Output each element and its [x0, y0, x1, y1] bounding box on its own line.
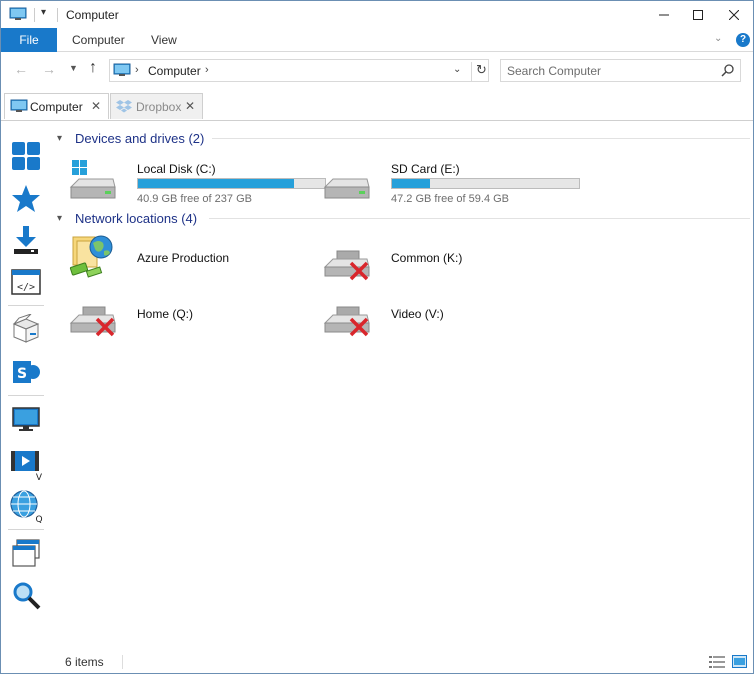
- group-divider: [209, 218, 750, 219]
- svg-text:V: V: [36, 473, 43, 481]
- tabs-divider: [1, 120, 753, 121]
- download-icon[interactable]: [9, 223, 43, 257]
- location-name: Home (Q:): [137, 307, 194, 321]
- capacity-bar: [137, 178, 326, 189]
- toolbar-separator: [8, 529, 44, 530]
- toolbar-separator: [8, 305, 44, 306]
- capacity-bar: [391, 178, 580, 189]
- folder-tabs: Computer ✕ Dropbox ✕: [1, 88, 753, 121]
- address-bar[interactable]: › Computer › ⌄ ↻: [109, 59, 489, 82]
- tab-label: Computer: [30, 100, 83, 114]
- tiles-icon[interactable]: [9, 139, 43, 173]
- search-input[interactable]: [507, 63, 707, 78]
- search-box[interactable]: [500, 59, 741, 82]
- disconnected-network-drive-icon: [69, 289, 121, 339]
- globe-icon[interactable]: Q: [9, 489, 43, 523]
- recent-locations-chevron-icon[interactable]: ▼: [69, 63, 78, 73]
- group-divider: [212, 138, 750, 139]
- breadcrumb-computer[interactable]: Computer: [148, 64, 201, 78]
- network-common-k[interactable]: Common (K:): [323, 233, 573, 283]
- location-name: Video (V:): [391, 307, 444, 321]
- favorites-star-icon[interactable]: [9, 182, 43, 216]
- magnifier-icon[interactable]: [9, 578, 43, 612]
- network-video-v[interactable]: Video (V:): [323, 289, 573, 339]
- drive-free-space: 47.2 GB free of 59.4 GB: [391, 193, 510, 205]
- status-bar: 6 items: [1, 651, 753, 673]
- tab-view[interactable]: View: [137, 28, 191, 52]
- status-separator: [122, 655, 123, 669]
- drive-sd-card-e[interactable]: SD Card (E:) 47.2 GB free of 59.4 GB: [323, 159, 580, 205]
- breadcrumb-chevron-icon[interactable]: ›: [205, 64, 209, 76]
- search-icon[interactable]: [721, 63, 735, 80]
- details-view-icon[interactable]: [709, 656, 725, 671]
- group-label: Network locations (4): [75, 210, 198, 226]
- group-header-network[interactable]: ▾ Network locations (4): [57, 208, 750, 228]
- removable-drive-icon: [323, 159, 371, 203]
- windows-drive-icon: [69, 159, 117, 203]
- tab-dropbox-folder[interactable]: Dropbox ✕: [110, 93, 203, 119]
- package-box-icon[interactable]: [9, 312, 43, 346]
- tab-computer-folder[interactable]: Computer ✕: [4, 93, 109, 119]
- collapse-chevron-icon[interactable]: ▾: [57, 213, 67, 224]
- ribbon: File Computer View ⌄ ?: [1, 28, 753, 52]
- drive-local-disk-c[interactable]: Local Disk (C:) 40.9 GB free of 237 GB: [69, 159, 326, 205]
- dropbox-icon: [116, 99, 132, 116]
- navigation-bar: ← → ▼ ↑ › Computer › ⌄ ↻: [1, 52, 753, 88]
- left-toolbar: </> S V Q: [1, 129, 51, 629]
- breadcrumb-chevron-icon[interactable]: ›: [135, 64, 139, 76]
- close-button[interactable]: [714, 1, 754, 28]
- tab-file[interactable]: File: [1, 28, 57, 52]
- help-icon[interactable]: ?: [736, 33, 750, 47]
- network-home-q[interactable]: Home (Q:): [69, 289, 319, 339]
- capacity-fill: [138, 179, 294, 188]
- customize-quick-access-icon[interactable]: ▾: [41, 7, 46, 18]
- tab-label: Dropbox: [136, 100, 182, 114]
- svg-text:S: S: [17, 366, 27, 382]
- drive-name: SD Card (E:): [391, 162, 460, 176]
- expand-ribbon-icon[interactable]: ⌄: [714, 33, 722, 44]
- computer-icon: [113, 63, 131, 77]
- address-dropdown-icon[interactable]: ⌄: [453, 64, 461, 75]
- content-pane: ▾ Devices and drives (2) Local Disk (C:)…: [53, 123, 750, 643]
- network-folder-globe-icon: [69, 233, 121, 283]
- disconnected-network-drive-icon: [323, 233, 375, 283]
- computer-icon[interactable]: [9, 7, 27, 21]
- monitor-icon[interactable]: [9, 402, 43, 436]
- code-window-icon[interactable]: </>: [9, 265, 43, 299]
- windows-stack-icon[interactable]: [9, 536, 43, 570]
- disconnected-network-drive-icon: [323, 289, 375, 339]
- toolbar-separator: [8, 395, 44, 396]
- sharepoint-icon[interactable]: S: [9, 355, 43, 389]
- close-tab-icon[interactable]: ✕: [91, 99, 101, 113]
- title-bar: ▾ Computer: [1, 1, 753, 28]
- tab-computer[interactable]: Computer: [58, 28, 139, 52]
- quick-access-separator: [34, 8, 35, 22]
- quick-access-separator: [57, 8, 58, 22]
- svg-text:Q: Q: [35, 515, 42, 523]
- capacity-fill: [392, 179, 430, 188]
- video-folder-icon[interactable]: V: [9, 447, 43, 481]
- close-tab-icon[interactable]: ✕: [185, 99, 195, 113]
- group-label: Devices and drives (2): [75, 130, 205, 146]
- large-icons-view-icon[interactable]: [732, 655, 747, 671]
- computer-icon: [10, 99, 28, 116]
- refresh-icon[interactable]: ↻: [471, 62, 487, 81]
- back-arrow-icon[interactable]: ←: [14, 61, 28, 77]
- location-name: Azure Production: [137, 251, 230, 265]
- drive-name: Local Disk (C:): [137, 162, 216, 176]
- collapse-chevron-icon[interactable]: ▾: [57, 133, 67, 144]
- network-azure-production[interactable]: Azure Production: [69, 233, 319, 283]
- svg-text:</>: </>: [17, 282, 35, 293]
- drive-free-space: 40.9 GB free of 237 GB: [137, 193, 252, 205]
- location-name: Common (K:): [391, 251, 463, 265]
- group-header-devices[interactable]: ▾ Devices and drives (2): [57, 128, 750, 148]
- up-arrow-icon[interactable]: ↑: [89, 59, 97, 77]
- forward-arrow-icon[interactable]: →: [42, 61, 56, 77]
- maximize-button[interactable]: [678, 1, 718, 28]
- explorer-window: ▾ Computer File Computer View ⌄ ? ← → ▼ …: [0, 0, 754, 674]
- window-title: Computer: [66, 8, 119, 22]
- item-count: 6 items: [65, 655, 104, 669]
